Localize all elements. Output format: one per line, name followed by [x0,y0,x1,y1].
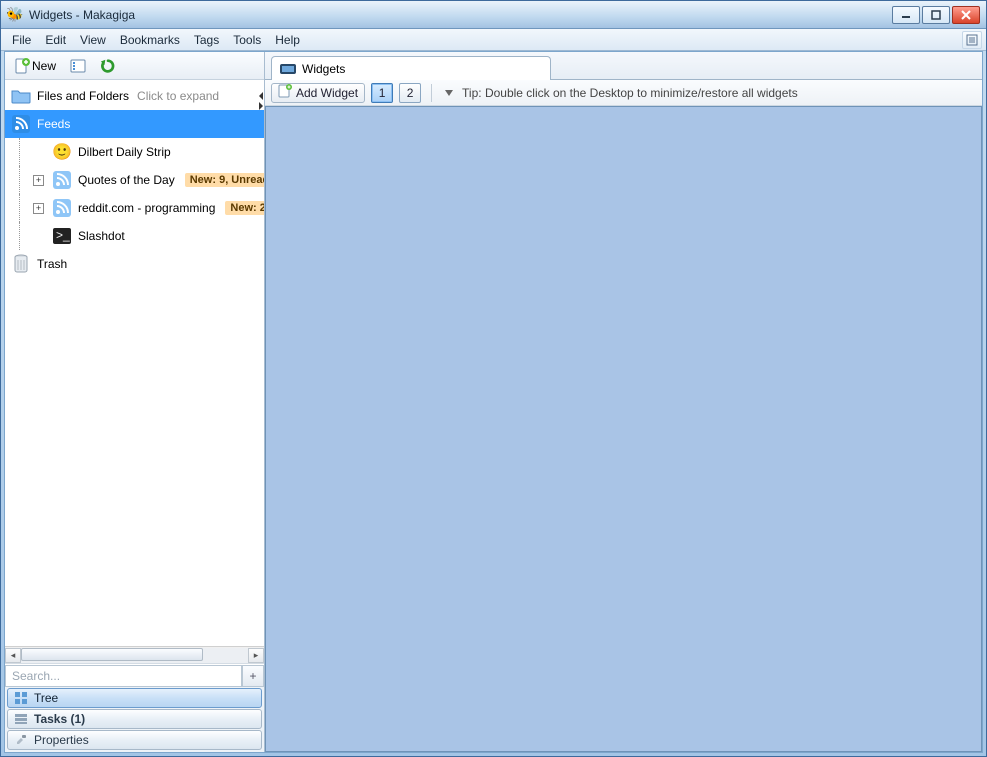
view-mode-icon [70,58,86,74]
properties-tab-icon [14,733,28,747]
scroll-track[interactable] [21,648,248,663]
rss-icon [11,114,31,134]
tree-files-hint: Click to expand [137,89,219,103]
main-toolbar: Add Widget 1 2 Tip: Double click on the … [265,80,982,106]
view-mode-button[interactable] [65,55,91,77]
tree-feed-slashdot[interactable]: >_ Slashdot [5,222,264,250]
feed-quotes-label: Quotes of the Day [78,173,175,187]
add-widget-icon [278,84,292,101]
search-add-button[interactable]: + [242,665,264,687]
scroll-thumb[interactable] [21,648,203,661]
search-row: + [5,663,264,687]
window-controls [892,6,980,24]
tree-tab-icon [14,691,28,705]
search-input[interactable] [5,665,242,687]
sidebar: New [5,52,265,752]
menu-view[interactable]: View [73,31,113,49]
tab-widgets[interactable]: Widgets [271,56,551,80]
expander-icon[interactable]: + [33,175,44,186]
add-widget-label: Add Widget [296,86,358,100]
widget-desktop-canvas[interactable] [265,106,982,752]
new-button-label: New [32,59,56,73]
window-title: Widgets - Makagiga [29,8,892,22]
close-button[interactable] [952,6,980,24]
tree-files-folders[interactable]: Files and Folders Click to expand [5,82,264,110]
smiley-icon: 🙂 [52,142,72,162]
maximize-button[interactable] [922,6,950,24]
feed-reddit-badge: New: 24, Unre [225,201,264,215]
trash-icon [11,254,31,274]
new-button[interactable]: New [9,55,61,77]
tab-widgets-label: Widgets [302,62,345,76]
tree-files-label: Files and Folders [37,89,129,103]
tab-properties[interactable]: Properties [7,730,262,750]
sidebar-h-scrollbar[interactable]: ◂ ▸ [5,646,264,663]
sidebar-toolbar: New [5,52,264,80]
main-area: Widgets Add Widget 1 2 Tip: Double click… [265,52,982,752]
tree-feed-reddit[interactable]: + reddit.com - programming New: 24, Unre [5,194,264,222]
add-widget-button[interactable]: Add Widget [271,83,365,103]
menu-help[interactable]: Help [268,31,307,49]
tree-trash[interactable]: Trash [5,250,264,278]
terminal-icon: >_ [52,226,72,246]
tab-tasks-label: Tasks (1) [34,712,85,726]
document-tab-strip: Widgets [265,52,982,80]
expander-icon[interactable]: + [33,203,44,214]
tab-tree[interactable]: Tree [7,688,262,708]
menu-tools[interactable]: Tools [226,31,268,49]
menubar-right-icon[interactable] [962,31,982,49]
folder-icon [11,86,31,106]
refresh-button[interactable] [95,55,121,77]
sidebar-bottom-tabs: Tree Tasks (1) Properties [5,687,264,752]
feed-quotes-badge: New: 9, Unread: 9 [185,173,264,187]
tree-feed-quotes[interactable]: + Quotes of the Day New: 9, Unread: 9 [5,166,264,194]
minimize-button[interactable] [892,6,920,24]
desktop-page-2[interactable]: 2 [399,83,421,103]
menubar: File Edit View Bookmarks Tags Tools Help [1,29,986,51]
scroll-left-icon[interactable]: ◂ [5,648,21,663]
tree-trash-label: Trash [37,257,67,271]
menu-edit[interactable]: Edit [38,31,73,49]
toolbar-menu-dropdown[interactable] [442,84,456,102]
refresh-icon [100,58,116,74]
tab-properties-label: Properties [34,733,89,747]
tree-feed-dilbert[interactable]: 🙂 Dilbert Daily Strip [5,138,264,166]
tree-feeds-label: Feeds [37,117,70,131]
tree-view: Files and Folders Click to expand Feeds … [5,80,264,646]
widgets-tab-icon [280,61,296,77]
feed-reddit-label: reddit.com - programming [78,201,215,215]
feed-slashdot-label: Slashdot [78,229,125,243]
toolbar-tip: Tip: Double click on the Desktop to mini… [462,86,798,100]
rss-icon [52,170,72,190]
tasks-tab-icon [14,712,28,726]
app-icon: 🐝 [7,7,23,23]
sidebar-resize-handle[interactable] [259,86,265,116]
tab-tasks[interactable]: Tasks (1) [7,709,262,729]
titlebar: 🐝 Widgets - Makagiga [1,1,986,29]
feed-dilbert-label: Dilbert Daily Strip [78,145,171,159]
svg-text:>_: >_ [56,228,70,242]
toolbar-separator [431,84,432,102]
menu-file[interactable]: File [5,31,38,49]
tab-tree-label: Tree [34,691,58,705]
tree-feeds[interactable]: Feeds [5,110,264,138]
desktop-page-1[interactable]: 1 [371,83,393,103]
rss-icon [52,198,72,218]
plus-icon: + [249,669,256,683]
new-file-icon [14,58,30,74]
client-area: New [4,51,983,753]
menu-tags[interactable]: Tags [187,31,226,49]
menu-bookmarks[interactable]: Bookmarks [113,31,187,49]
app-window: 🐝 Widgets - Makagiga File Edit View Book… [0,0,987,757]
scroll-right-icon[interactable]: ▸ [248,648,264,663]
